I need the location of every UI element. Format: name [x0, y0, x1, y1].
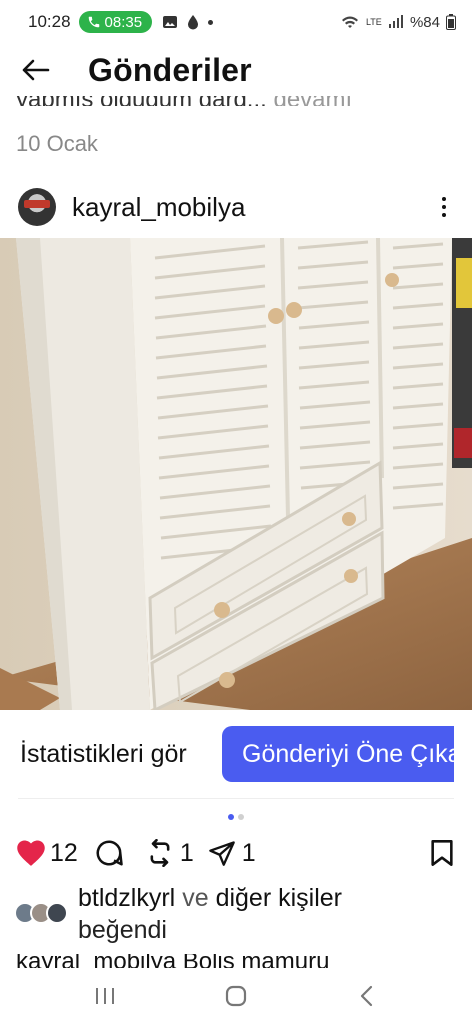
liked-by-username[interactable]: btldzlkyrl: [78, 884, 175, 912]
reposts-count: 1: [179, 838, 194, 867]
recent-apps-button[interactable]: [75, 974, 135, 1018]
liker-avatar: [46, 902, 68, 924]
post-photo[interactable]: [0, 238, 472, 710]
post-caption-preview[interactable]: kayral_mobilya Bolis mamuru: [16, 954, 329, 968]
boost-post-button[interactable]: Gönderiyi Öne Çıkar: [222, 726, 454, 782]
system-nav-bar: [0, 968, 472, 1024]
like-button[interactable]: 12: [16, 839, 78, 868]
ongoing-call-pill[interactable]: 08:35: [78, 11, 153, 33]
liker-avatars: [14, 902, 72, 946]
caption-text: kayral_mobilya Bolis mamuru: [16, 954, 330, 968]
home-button[interactable]: [206, 974, 266, 1018]
liked-by-others[interactable]: diğer kişiler: [216, 884, 342, 912]
system-back-button[interactable]: [337, 974, 397, 1018]
post-actions: 12 1 1: [0, 832, 472, 874]
more-notifications-dot-icon: [208, 19, 214, 25]
home-icon: [225, 985, 247, 1007]
comment-icon: [96, 840, 123, 866]
notification-icons: [162, 14, 214, 30]
arrow-left-icon: [22, 59, 50, 81]
post-username[interactable]: kayral_mobilya: [72, 192, 245, 223]
wifi-icon: [341, 16, 358, 28]
page-title: Gönderiler: [88, 51, 252, 88]
post-header: kayral_mobilya: [0, 184, 472, 230]
carousel-dot: [238, 814, 244, 820]
call-duration: 08:35: [104, 13, 143, 31]
recents-icon: [96, 988, 115, 1004]
comment-button[interactable]: [94, 838, 124, 868]
previous-post-date: 10 Ocak: [16, 131, 98, 156]
image-notification-icon: [163, 16, 178, 28]
liked-by-text: btldzlkyrl ve diğer kişiler beğendi: [78, 882, 342, 946]
drop-notification-icon: [188, 15, 199, 30]
send-icon: [208, 841, 235, 866]
divider: [18, 798, 454, 799]
user-avatar[interactable]: [18, 188, 56, 226]
save-button[interactable]: [430, 839, 454, 867]
liked-by-connector: ve: [182, 884, 209, 912]
signal-icon: [388, 15, 403, 28]
battery-icon: [446, 14, 456, 30]
carousel-dot-active: [228, 814, 234, 820]
liked-by-suffix: beğendi: [78, 916, 167, 944]
repost-icon: [150, 839, 170, 867]
back-button[interactable]: [0, 44, 70, 96]
shares-count: 1: [241, 838, 256, 867]
post-options-button[interactable]: [434, 192, 454, 222]
repost-button[interactable]: 1: [146, 839, 194, 868]
bookmark-icon: [431, 840, 453, 866]
post-insights-row: İstatistikleri gör Gönderiyi Öne Çıkar: [0, 726, 472, 784]
wardrobe-photo-image: [0, 238, 472, 710]
phone-icon: [88, 16, 99, 28]
likes-count[interactable]: 12: [50, 839, 78, 868]
network-type: LTE: [365, 16, 382, 27]
status-right: LTE %84: [340, 14, 456, 31]
battery-percent: %84: [409, 13, 440, 31]
chevron-left-icon: [360, 985, 372, 1007]
app-header: Gönderiler: [0, 44, 472, 96]
more-vertical-icon: [442, 197, 446, 201]
liked-by[interactable]: btldzlkyrl ve diğer kişiler beğendi: [14, 882, 454, 946]
status-time: 10:28: [28, 12, 71, 31]
view-insights-button[interactable]: İstatistikleri gör: [20, 740, 187, 769]
carousel-indicator: [0, 814, 472, 820]
heart-filled-icon: [17, 840, 45, 866]
status-bar: 10:28 08:35 LTE %84: [0, 0, 472, 44]
share-button[interactable]: 1: [208, 839, 256, 868]
